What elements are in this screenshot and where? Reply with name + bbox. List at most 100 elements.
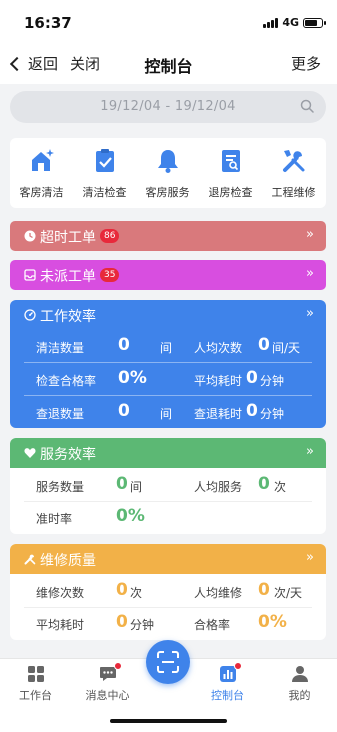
notification-dot xyxy=(234,662,242,670)
stat-value: 0 xyxy=(258,474,270,494)
close-button[interactable]: 关闭 xyxy=(70,53,100,74)
overdue-orders-title: 超时工单 xyxy=(40,230,96,246)
user-icon xyxy=(292,666,308,682)
stat-row: 清洁数量 0 间 人均次数 0 间/天 xyxy=(24,330,312,363)
stat-value: 0% xyxy=(118,368,147,388)
stat-value: 0 xyxy=(118,335,130,355)
stat-unit: 分钟 xyxy=(260,407,285,421)
grid-icon xyxy=(28,666,44,682)
stat-label: 维修次数 xyxy=(36,586,85,600)
tab-profile[interactable]: 我的 xyxy=(266,665,333,705)
status-bar: 16:37 4G xyxy=(0,0,337,44)
quick-action-room-service[interactable]: 客房服务 xyxy=(136,138,199,208)
notification-dot xyxy=(114,662,122,670)
work-efficiency-title: 工作效率 xyxy=(40,309,96,325)
back-button[interactable]: 返回 xyxy=(9,53,59,74)
gauge-icon xyxy=(24,309,36,321)
stat-value: 0 xyxy=(258,335,270,355)
quick-actions: 客房清洁 清洁检查 客房服务 退房检查 工程维修 xyxy=(10,138,326,208)
stat-row: 查退数量 0 间 查退耗时 0 分钟 xyxy=(24,396,312,429)
stat-value: 0 xyxy=(246,401,258,421)
quick-action-label: 客房服务 xyxy=(145,186,190,199)
tools-icon xyxy=(283,150,305,172)
chevron-left-icon xyxy=(9,56,25,71)
tools-icon xyxy=(24,554,36,565)
service-efficiency-header[interactable]: 服务效率 » xyxy=(10,438,326,468)
stat-unit: 间 xyxy=(160,341,173,355)
stat-value: 0 xyxy=(116,580,128,600)
double-chevron-right-icon: » xyxy=(306,550,314,565)
quick-action-cleaning-check[interactable]: 清洁检查 xyxy=(73,138,136,208)
search-icon[interactable] xyxy=(300,99,314,113)
stat-label: 查退数量 xyxy=(36,407,85,421)
clock-icon xyxy=(24,230,36,242)
repair-quality-header[interactable]: 维修质量 » xyxy=(10,544,326,574)
tab-label: 我的 xyxy=(288,689,311,702)
stat-row: 平均耗时 0 分钟 合格率 0% xyxy=(24,608,312,640)
stat-value: 0% xyxy=(258,612,287,632)
stat-row: 检查合格率 0% 平均耗时 0 分钟 xyxy=(24,363,312,396)
home-indicator xyxy=(110,719,227,723)
document-search-icon xyxy=(222,150,240,172)
double-chevron-right-icon: » xyxy=(306,227,314,242)
stat-row: 准时率 0% xyxy=(24,502,312,534)
status-time: 16:37 xyxy=(24,14,72,32)
stat-label: 检查合格率 xyxy=(36,374,97,388)
house-sparkle-icon xyxy=(32,149,54,171)
date-range-search[interactable]: 19/12/04 - 19/12/04 xyxy=(10,91,326,123)
back-label: 返回 xyxy=(28,55,59,73)
work-efficiency-card: 工作效率 » 清洁数量 0 间 人均次数 0 间/天 检查合格率 0% 平均耗时… xyxy=(10,300,326,428)
stat-unit: 分钟 xyxy=(130,618,155,632)
scan-icon xyxy=(157,651,179,673)
stat-label: 清洁数量 xyxy=(36,341,85,355)
stat-value: 0 xyxy=(118,401,130,421)
stat-value: 0% xyxy=(116,506,145,526)
stat-label: 平均耗时 xyxy=(36,618,85,632)
quick-action-room-cleaning[interactable]: 客房清洁 xyxy=(10,138,73,208)
tab-label: 控制台 xyxy=(211,689,244,702)
double-chevron-right-icon: » xyxy=(306,306,314,321)
stat-label: 查退耗时 xyxy=(194,407,243,421)
stat-value: 0 xyxy=(246,368,258,388)
inbox-icon xyxy=(24,269,36,281)
double-chevron-right-icon: » xyxy=(306,266,314,281)
work-efficiency-header[interactable]: 工作效率 » xyxy=(10,300,326,330)
bell-icon xyxy=(158,150,178,173)
stat-label: 人均服务 xyxy=(194,480,243,494)
stat-label: 人均维修 xyxy=(194,586,243,600)
stat-label: 平均耗时 xyxy=(194,374,243,388)
repair-quality-title: 维修质量 xyxy=(40,553,96,569)
quick-action-label: 客房清洁 xyxy=(19,186,64,199)
stat-label: 合格率 xyxy=(194,618,231,632)
stat-label: 准时率 xyxy=(36,512,73,526)
repair-quality-card: 维修质量 » 维修次数 0 次 人均维修 0 次/天 平均耗时 0 分钟 合格率… xyxy=(10,544,326,640)
stat-label: 人均次数 xyxy=(194,341,243,355)
quick-action-checkout-check[interactable]: 退房检查 xyxy=(199,138,262,208)
unassigned-count-badge: 35 xyxy=(100,268,120,282)
nav-bar: 返回 关闭 控制台 更多 xyxy=(0,44,337,84)
scan-button[interactable] xyxy=(146,640,190,684)
stat-unit: 间 xyxy=(130,480,143,494)
clipboard-check-icon xyxy=(96,149,114,172)
stat-unit: 次/天 xyxy=(274,586,303,600)
quick-action-engineering-repair[interactable]: 工程维修 xyxy=(262,138,325,208)
overdue-orders-bar[interactable]: 超时工单 86 » xyxy=(10,221,326,251)
unassigned-orders-bar[interactable]: 未派工单 35 » xyxy=(10,260,326,290)
service-efficiency-card: 服务效率 » 服务数量 0 间 人均服务 0 次 准时率 0% xyxy=(10,438,326,534)
more-button[interactable]: 更多 xyxy=(291,53,321,74)
tab-messages[interactable]: 消息中心 xyxy=(74,662,141,705)
tab-workbench[interactable]: 工作台 xyxy=(2,665,69,705)
battery-icon xyxy=(303,17,326,28)
stat-value: 0 xyxy=(258,580,270,600)
stat-value: 0 xyxy=(116,474,128,494)
stat-unit: 间/天 xyxy=(272,341,301,355)
quick-action-label: 工程维修 xyxy=(271,186,316,199)
quick-action-label: 退房检查 xyxy=(208,186,253,199)
network-label: 4G xyxy=(282,16,299,29)
tab-console[interactable]: 控制台 xyxy=(194,662,261,705)
tab-label: 消息中心 xyxy=(85,689,130,702)
quick-action-label: 清洁检查 xyxy=(82,186,127,199)
signal-icon xyxy=(263,17,279,28)
stat-unit: 分钟 xyxy=(260,374,285,388)
tab-label: 工作台 xyxy=(19,689,52,702)
